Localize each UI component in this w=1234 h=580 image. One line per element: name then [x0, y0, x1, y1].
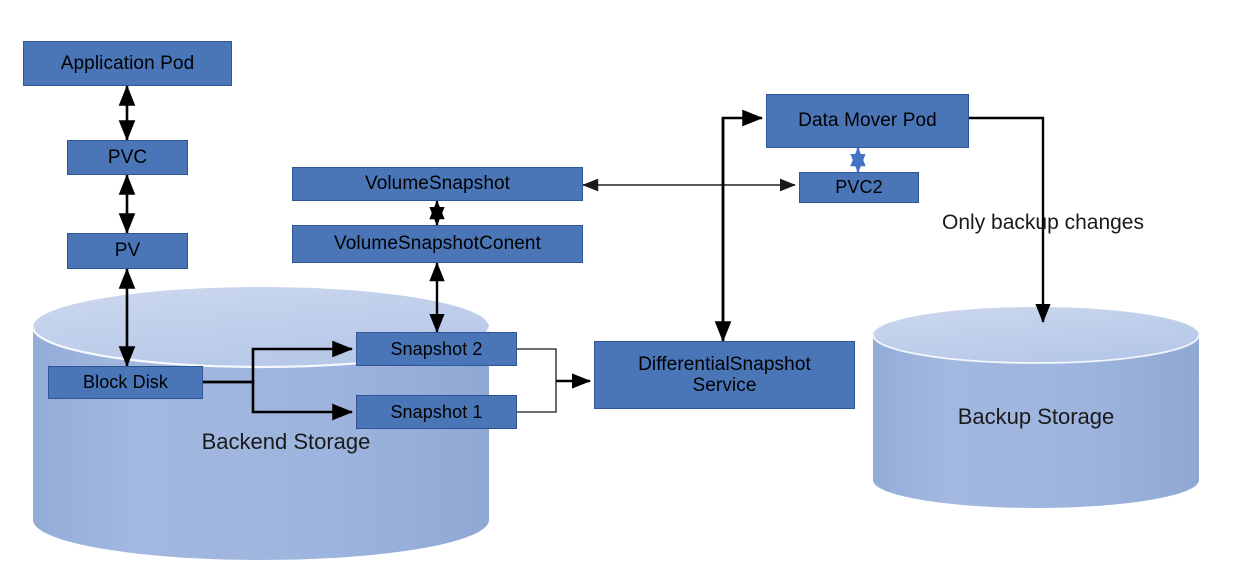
node-snapshot-1[interactable]: Snapshot 1: [356, 395, 517, 429]
node-snapshot-2[interactable]: Snapshot 2: [356, 332, 517, 366]
node-differential-snapshot-service[interactable]: DifferentialSnapshot Service: [594, 341, 855, 409]
node-data-mover-pod[interactable]: Data Mover Pod: [766, 94, 969, 148]
node-block-disk[interactable]: Block Disk: [48, 366, 203, 399]
node-pvc2[interactable]: PVC2: [799, 172, 919, 203]
annotation-only-backup-changes: Only backup changes: [942, 211, 1144, 234]
label-backend-storage: Backend Storage: [201, 429, 371, 454]
node-volume-snapshot[interactable]: VolumeSnapshot: [292, 167, 583, 201]
node-application-pod[interactable]: Application Pod: [23, 41, 232, 86]
node-pvc[interactable]: PVC: [67, 140, 188, 175]
diagram-canvas: Application Pod PVC PV Block Disk Volume…: [0, 0, 1234, 580]
node-pv[interactable]: PV: [67, 233, 188, 269]
label-backup-storage: Backup Storage: [957, 404, 1115, 429]
node-volume-snapshot-content[interactable]: VolumeSnapshotConent: [292, 225, 583, 263]
node-layer: Application Pod PVC PV Block Disk Volume…: [0, 0, 1234, 580]
